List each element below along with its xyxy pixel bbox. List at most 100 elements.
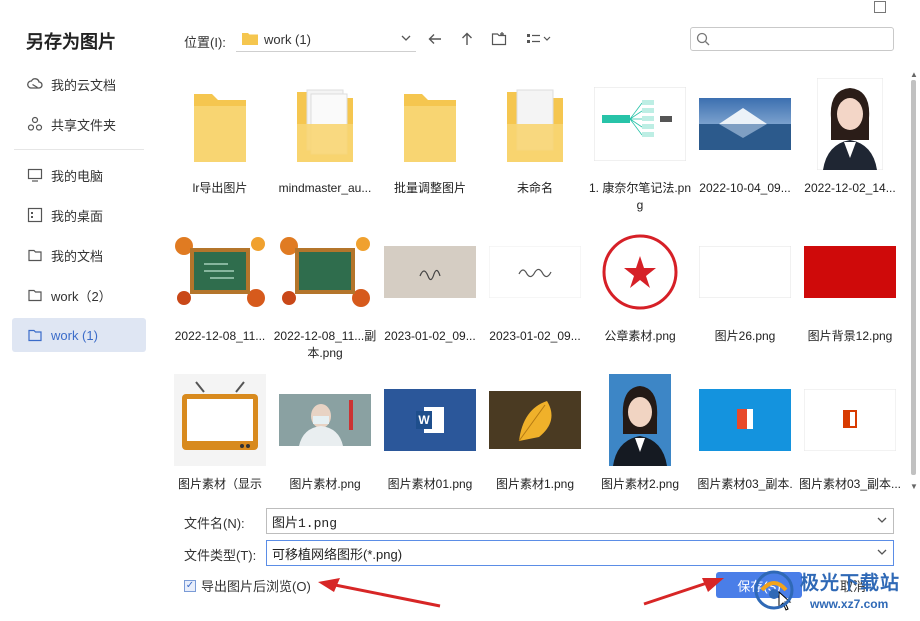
file-name: 1. 康奈尔笔记法.png	[588, 181, 692, 212]
doctor-thumbnail	[273, 370, 377, 470]
new-folder-button[interactable]	[488, 28, 510, 50]
office-thumbnail	[798, 370, 902, 470]
file-item[interactable]: 图片26.png	[693, 222, 797, 362]
file-name: 2022-12-08_11...副本.png	[273, 329, 377, 360]
filetype-row: 文件类型(T): 可移植网络图形(*.png)	[184, 540, 896, 566]
file-item[interactable]: 图片素材03_副本...	[798, 370, 902, 493]
scroll-down-icon[interactable]: ▼	[910, 482, 918, 491]
up-button[interactable]	[456, 28, 478, 50]
search-input[interactable]	[690, 27, 894, 51]
svg-text:W: W	[418, 413, 430, 427]
file-name: 图片素材（显示	[177, 477, 262, 491]
sidebar-item-documents[interactable]: 我的文档	[12, 238, 146, 272]
desktop-icon	[26, 207, 43, 224]
file-item[interactable]: 图片背景12.png	[798, 222, 902, 362]
file-item[interactable]: 2022-12-08_11...副本.png	[273, 222, 377, 362]
file-item[interactable]: lr导出图片	[168, 74, 272, 214]
file-name: 批量调整图片	[393, 181, 466, 195]
file-item[interactable]: 图片素材1.png	[483, 370, 587, 493]
folder-docs-icon	[483, 74, 587, 174]
folder-icon	[168, 74, 272, 174]
file-name: 2023-01-02_09...	[489, 329, 581, 343]
sidebar-item-cloud[interactable]: 我的云文档	[12, 67, 146, 101]
location-select[interactable]: work (1)	[236, 27, 416, 52]
file-item[interactable]: 1. 康奈尔笔记法.png	[588, 74, 692, 214]
annotation-arrow	[643, 578, 724, 606]
sidebar-item-label: 我的文档	[51, 248, 104, 264]
dialog-title: 另存为图片	[26, 32, 116, 52]
file-name: mindmaster_au...	[278, 181, 372, 195]
scroll-up-icon[interactable]: ▲	[910, 70, 918, 79]
toolbar: 位置(I): work (1)	[160, 24, 920, 54]
file-item[interactable]: 图片素材（显示	[168, 370, 272, 493]
file-grid: lr导出图片 mindmaster_au... 批量调整图片 未命名 1. 康奈…	[160, 68, 908, 493]
office-thumbnail	[693, 370, 797, 470]
filename-value: 图片1.png	[272, 515, 338, 531]
share-icon	[26, 116, 43, 133]
location-value: work (1)	[264, 31, 311, 47]
checkbox[interactable]: ✓	[184, 579, 196, 592]
file-item[interactable]: 2022-10-04_09...	[693, 74, 797, 214]
signature-thumbnail	[483, 222, 587, 322]
sidebar-item-label: 共享文件夹	[51, 117, 117, 133]
file-item[interactable]: 2022-12-02_14...	[798, 74, 902, 214]
annotation-arrow	[318, 578, 441, 608]
filetype-select[interactable]: 可移植网络图形(*.png)	[266, 540, 894, 566]
maximize-button[interactable]	[874, 1, 886, 13]
file-item[interactable]: 公章素材.png	[588, 222, 692, 362]
file-item[interactable]: 2023-01-02_09...	[483, 222, 587, 362]
folder-icon	[26, 327, 43, 344]
chalkboard-thumbnail	[273, 222, 377, 322]
red-background-thumbnail	[798, 222, 902, 322]
scroll-thumb[interactable]	[911, 80, 916, 475]
file-item[interactable]: 图片素材2.png	[588, 370, 692, 493]
file-name: 图片素材.png	[289, 477, 361, 491]
chevron-down-icon[interactable]	[876, 546, 888, 562]
file-item[interactable]: 图片素材03_副本.	[693, 370, 797, 493]
filename-input[interactable]: 图片1.png	[266, 508, 894, 534]
file-name: 未命名	[516, 181, 553, 195]
sidebar-item-work1[interactable]: work (1)	[12, 318, 146, 352]
folder-icon	[242, 31, 258, 48]
word-thumbnail: W	[378, 370, 482, 470]
blank-thumbnail	[693, 222, 797, 322]
file-item[interactable]: 图片素材.png	[273, 370, 377, 493]
divider	[14, 149, 144, 150]
folder-icon	[26, 287, 43, 304]
file-name: 公章素材.png	[604, 329, 676, 343]
file-name: 2023-01-02_09...	[384, 329, 476, 343]
browse-after-export-option[interactable]: ✓ 导出图片后浏览(O)	[184, 576, 311, 595]
sidebar-item-label: 我的云文档	[51, 77, 117, 93]
watermark-url: www.xz7.com	[810, 597, 889, 611]
file-item[interactable]: W 图片素材01.png	[378, 370, 482, 493]
sidebar-item-label: work（2）	[51, 288, 112, 304]
file-name: 图片素材03_副本.	[697, 477, 793, 491]
location-label: 位置(I):	[184, 35, 226, 50]
file-item[interactable]: 2023-01-02_09...	[378, 222, 482, 362]
file-item[interactable]: 未命名	[483, 74, 587, 214]
file-item[interactable]: 2022-12-08_11...	[168, 222, 272, 362]
search-icon	[696, 32, 710, 46]
portrait-thumbnail	[588, 370, 692, 470]
view-mode-button[interactable]	[524, 28, 554, 50]
file-item[interactable]: mindmaster_au...	[273, 74, 377, 214]
filename-row: 文件名(N): 图片1.png	[184, 508, 896, 534]
tv-thumbnail	[168, 370, 272, 470]
sidebar-item-desktop[interactable]: 我的桌面	[12, 198, 146, 232]
sidebar-item-work2[interactable]: work（2）	[12, 278, 146, 312]
computer-icon	[26, 167, 43, 184]
file-name: 图片素材03_副本...	[798, 477, 902, 491]
file-name: 图片素材2.png	[600, 477, 680, 491]
sidebar-item-computer[interactable]: 我的电脑	[12, 158, 146, 192]
file-name: lr导出图片	[192, 181, 248, 195]
sidebar-item-shared[interactable]: 共享文件夹	[12, 107, 146, 141]
file-name: 2022-10-04_09...	[699, 181, 791, 195]
vertical-scrollbar[interactable]: ▲ ▼	[908, 68, 920, 493]
arrow-up-icon	[462, 32, 472, 45]
folder-docs-icon	[273, 74, 377, 174]
chevron-down-icon[interactable]	[876, 514, 888, 530]
mindmap-thumbnail	[588, 74, 692, 174]
back-button[interactable]	[424, 28, 446, 50]
leaf-thumbnail	[483, 370, 587, 470]
file-item[interactable]: 批量调整图片	[378, 74, 482, 214]
